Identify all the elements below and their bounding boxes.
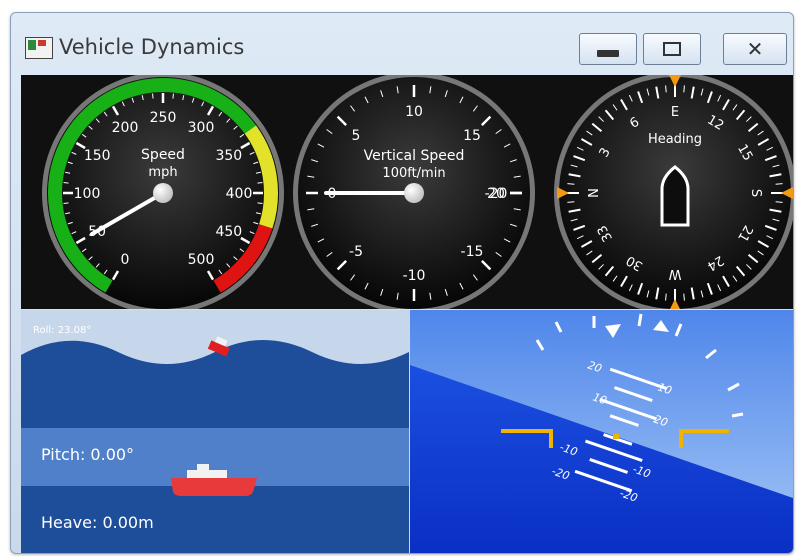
pitch-heave-panel: Pitch: 0.00° Heave: 0.00m (21, 428, 409, 553)
lower-svg: Roll: 23.08° Pitch: 0.00° Heave: 0.00m 2… (21, 310, 793, 553)
minimize-icon (597, 49, 619, 57)
speed-tick-label: 250 (150, 110, 177, 126)
gauge-strip: 050100150200250300350400450500 Speed mph… (21, 72, 793, 314)
speed-tick-label: 350 (215, 148, 242, 164)
vertical-speed-gauge: -20-15-10-505101520 Vertical Speed 100ft… (293, 72, 535, 314)
speed-tick-label: 400 (226, 186, 253, 202)
speed-needle-hub (153, 183, 173, 203)
speed-tick-label: 100 (74, 186, 101, 202)
heading-tick (567, 201, 575, 203)
attitude-indicator: 20 10 10 20 -10 -20 -10 -20 (410, 310, 793, 553)
lower-panels: Roll: 23.08° Pitch: 0.00° Heave: 0.00m 2… (21, 310, 793, 553)
close-icon: ✕ (746, 37, 764, 61)
speed-tick-label: 500 (188, 252, 215, 268)
heading-tick (775, 201, 783, 203)
vs-tick-label: 5 (352, 128, 361, 144)
aircraft-center-dot (613, 434, 619, 439)
gauges-svg: 050100150200250300350400450500 Speed mph… (42, 72, 793, 314)
app-window: Vehicle Dynamics ✕ 0 100 150 200 250 300… (10, 12, 794, 554)
heading-tick (665, 85, 667, 93)
speed-tick (172, 93, 174, 99)
heading-tick-label: W (668, 266, 681, 281)
speed-tick (63, 182, 69, 184)
heading-tick (775, 183, 783, 185)
speed-tick (152, 93, 154, 99)
roll-panel: Roll: 23.08° (21, 310, 409, 428)
speed-tick (257, 182, 263, 184)
maximize-icon (663, 42, 681, 56)
speed-tick (257, 202, 263, 204)
window-title: Vehicle Dynamics (59, 35, 245, 59)
heave-value: Heave: 0.00m (41, 513, 154, 532)
heading-tick (683, 293, 685, 301)
close-button[interactable]: ✕ (723, 33, 787, 65)
app-icon (25, 37, 53, 59)
heading-gauge: N36E1215S2124W3033 Heading (554, 72, 793, 314)
heading-tick (683, 85, 685, 93)
pitch-value: Pitch: 0.00° (41, 445, 134, 464)
speed-tick (63, 202, 69, 204)
speed-tick-label: 150 (84, 148, 111, 164)
vs-unit: 100ft/min (382, 166, 445, 181)
heading-tick (665, 293, 667, 301)
vs-needle-hub (404, 183, 424, 203)
speed-tick-label: 450 (215, 224, 242, 240)
speed-tick-label: 300 (188, 120, 215, 136)
speed-label: Speed (141, 147, 185, 163)
vs-tick-label: -15 (461, 244, 484, 260)
heading-label: Heading (648, 132, 702, 147)
vs-tick-label: 10 (405, 104, 423, 120)
speed-tick-label: 200 (112, 120, 139, 136)
heading-tick-label: N (587, 188, 602, 198)
vs-tick-label: -10 (403, 268, 426, 284)
heading-tick (567, 183, 575, 185)
heading-tick-label: S (748, 189, 763, 197)
speed-gauge: 050100150200250300350400450500 Speed mph (42, 72, 284, 314)
vs-tick-label: 20 (487, 186, 505, 202)
vs-label: Vertical Speed (364, 148, 465, 164)
speed-tick-label: 0 (121, 252, 130, 268)
vs-tick-label: -5 (349, 244, 363, 260)
maximize-button[interactable] (643, 33, 701, 65)
speed-unit: mph (148, 165, 177, 180)
minimize-button[interactable] (579, 33, 637, 65)
vs-tick-label: 15 (463, 128, 481, 144)
boat-heading-icon (660, 165, 690, 227)
roll-value: Roll: 23.08° (33, 325, 91, 336)
title-bar[interactable]: Vehicle Dynamics ✕ (11, 13, 793, 75)
heading-tick-label: E (671, 105, 679, 120)
